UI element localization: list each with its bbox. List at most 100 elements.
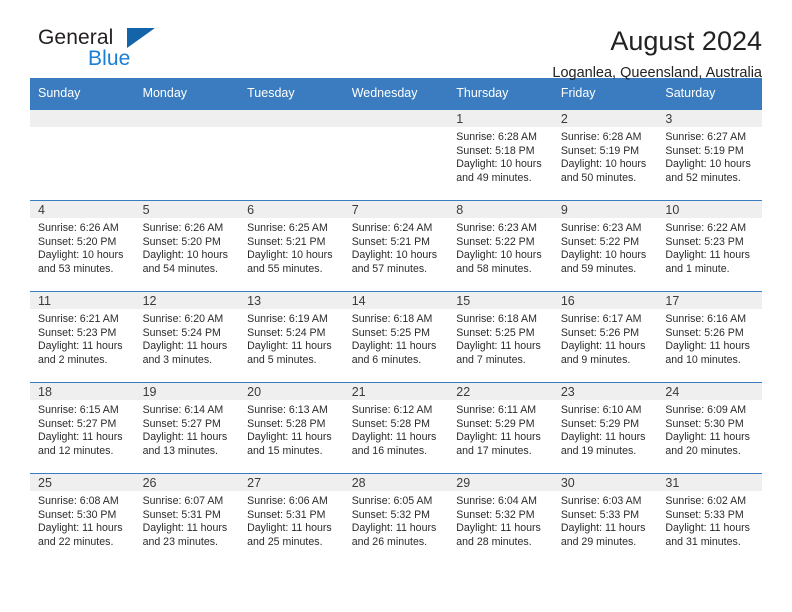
calendar-day-cell[interactable]: 27 Sunrise: 6:06 AM Sunset: 5:31 PM Dayligh… xyxy=(239,473,344,564)
sunrise-text: Sunrise: 6:23 AM xyxy=(560,222,642,234)
daylight-text-cont: and 7 minutes. xyxy=(456,353,526,366)
calendar-day-cell[interactable]: 16 Sunrise: 6:17 AM Sunset: 5:26 PM Dayligh… xyxy=(552,291,658,383)
day-number xyxy=(239,110,344,127)
calendar-day-cell[interactable]: 5 Sunrise: 6:26 AM Sunset: 5:20 PM Daylight… xyxy=(134,200,240,292)
calendar-day-cell[interactable]: 21 Sunrise: 6:12 AM Sunset: 5:28 PM Dayligh… xyxy=(343,382,449,474)
day-number: 15 xyxy=(448,292,553,309)
sunset-text: Sunset: 5:26 PM xyxy=(665,326,744,339)
daylight-text: Daylight: 11 hours xyxy=(38,522,123,535)
day-number xyxy=(343,110,449,127)
calendar-day-cell[interactable]: 15 Sunrise: 6:18 AM Sunset: 5:25 PM Dayligh… xyxy=(448,291,553,383)
sunset-text: Sunset: 5:30 PM xyxy=(665,417,744,430)
calendar-day-cell[interactable]: 30 Sunrise: 6:03 AM Sunset: 5:33 PM Dayligh… xyxy=(552,473,658,564)
calendar-day-cell[interactable]: 29 Sunrise: 6:04 AM Sunset: 5:32 PM Dayligh… xyxy=(448,473,553,564)
calendar-day-cell[interactable]: 12 Sunrise: 6:20 AM Sunset: 5:24 PM Dayligh… xyxy=(134,291,240,383)
daylight-text-cont: and 12 minutes. xyxy=(38,444,114,457)
daylight-text: Daylight: 11 hours xyxy=(142,431,228,444)
calendar-day-cell[interactable]: 18 Sunrise: 6:15 AM Sunset: 5:27 PM Dayligh… xyxy=(30,382,135,474)
calendar-day-cell[interactable]: 28 Sunrise: 6:05 AM Sunset: 5:32 PM Dayligh… xyxy=(343,473,449,564)
sunset-text: Sunset: 5:20 PM xyxy=(142,235,221,248)
calendar-body: 1 Sunrise: 6:28 AM Sunset: 5:18 PM Daylight… xyxy=(30,109,762,564)
sunrise-text: Sunrise: 6:26 AM xyxy=(38,222,119,234)
sunset-text: Sunset: 5:19 PM xyxy=(665,144,744,157)
daylight-text-cont: and 15 minutes. xyxy=(247,444,323,457)
sunrise-text: Sunrise: 6:18 AM xyxy=(456,313,537,325)
daylight-text: Daylight: 11 hours xyxy=(351,431,437,444)
daylight-text: Daylight: 11 hours xyxy=(665,431,750,444)
logo-text-general: General xyxy=(38,26,114,49)
daylight-text-cont: and 31 minutes. xyxy=(665,535,741,548)
calendar-day-cell-empty xyxy=(343,109,449,201)
calendar-day-cell[interactable]: 11 Sunrise: 6:21 AM Sunset: 5:23 PM Dayligh… xyxy=(30,291,135,383)
calendar-day-cell[interactable]: 20 Sunrise: 6:13 AM Sunset: 5:28 PM Dayligh… xyxy=(239,382,344,474)
sunrise-text: Sunrise: 6:10 AM xyxy=(560,404,642,416)
logo[interactable]: General Blue xyxy=(30,26,180,82)
daylight-text: Daylight: 10 hours xyxy=(560,249,647,262)
sunrise-text: Sunrise: 6:13 AM xyxy=(247,404,328,416)
daylight-text: Daylight: 11 hours xyxy=(560,522,646,535)
calendar-day-cell[interactable]: 22 Sunrise: 6:11 AM Sunset: 5:29 PM Dayligh… xyxy=(448,382,553,474)
calendar-day-cell[interactable]: 9 Sunrise: 6:23 AM Sunset: 5:22 PM Daylight… xyxy=(552,200,658,292)
calendar-day-cell[interactable]: 31 Sunrise: 6:02 AM Sunset: 5:33 PM Dayligh… xyxy=(657,473,762,564)
sunrise-text: Sunrise: 6:14 AM xyxy=(142,404,224,416)
daylight-text-cont: and 10 minutes. xyxy=(665,353,741,366)
day-number: 10 xyxy=(657,201,762,218)
sunrise-text: Sunrise: 6:06 AM xyxy=(247,495,328,507)
calendar-day-cell[interactable]: 17 Sunrise: 6:16 AM Sunset: 5:26 PM Dayligh… xyxy=(657,291,762,383)
sunrise-text: Sunrise: 6:17 AM xyxy=(560,313,642,325)
sunset-text: Sunset: 5:24 PM xyxy=(142,326,221,339)
day-number: 30 xyxy=(552,474,658,491)
calendar-day-cell[interactable]: 26 Sunrise: 6:07 AM Sunset: 5:31 PM Dayligh… xyxy=(134,473,240,564)
day-details: Sunrise: 6:02 AM Sunset: 5:33 PM Daylight:… xyxy=(657,491,762,549)
day-number: 25 xyxy=(30,474,135,491)
day-number: 22 xyxy=(448,383,553,400)
day-number: 20 xyxy=(239,383,344,400)
daylight-text-cont: and 52 minutes. xyxy=(665,171,741,184)
daylight-text: Daylight: 11 hours xyxy=(247,340,332,353)
day-number: 14 xyxy=(343,292,449,309)
day-number: 8 xyxy=(448,201,553,218)
calendar-day-cell-empty xyxy=(134,109,240,201)
calendar-day-cell[interactable]: 19 Sunrise: 6:14 AM Sunset: 5:27 PM Dayligh… xyxy=(134,382,240,474)
sunrise-text: Sunrise: 6:15 AM xyxy=(38,404,119,416)
day-number: 3 xyxy=(657,110,762,127)
day-details xyxy=(239,127,344,131)
daylight-text-cont: and 50 minutes. xyxy=(560,171,637,184)
daylight-text-cont: and 17 minutes. xyxy=(456,444,532,457)
sunset-text: Sunset: 5:20 PM xyxy=(38,235,117,248)
day-details: Sunrise: 6:07 AM Sunset: 5:31 PM Daylight:… xyxy=(135,491,240,549)
daylight-text-cont: and 6 minutes. xyxy=(351,353,422,366)
calendar-day-cell[interactable]: 25 Sunrise: 6:08 AM Sunset: 5:30 PM Dayligh… xyxy=(30,473,135,564)
daylight-text-cont: and 59 minutes. xyxy=(560,262,637,275)
day-number: 18 xyxy=(30,383,135,400)
calendar-day-cell[interactable]: 24 Sunrise: 6:09 AM Sunset: 5:30 PM Dayligh… xyxy=(657,382,762,474)
sunset-text: Sunset: 5:31 PM xyxy=(247,508,326,521)
daylight-text-cont: and 3 minutes. xyxy=(142,353,213,366)
logo-triangle-icon xyxy=(127,28,155,48)
calendar-day-cell[interactable]: 3 Sunrise: 6:27 AM Sunset: 5:19 PM Daylight… xyxy=(657,109,762,201)
daylight-text: Daylight: 10 hours xyxy=(456,249,542,262)
daylight-text-cont: and 23 minutes. xyxy=(142,535,218,548)
day-details: Sunrise: 6:26 AM Sunset: 5:20 PM Daylight:… xyxy=(30,218,135,276)
sunset-text: Sunset: 5:22 PM xyxy=(560,235,640,248)
day-number xyxy=(30,110,135,127)
calendar-day-cell[interactable]: 6 Sunrise: 6:25 AM Sunset: 5:21 PM Daylight… xyxy=(239,200,344,292)
sunrise-text: Sunrise: 6:25 AM xyxy=(247,222,328,234)
calendar-day-cell[interactable]: 1 Sunrise: 6:28 AM Sunset: 5:18 PM Daylight… xyxy=(448,109,553,201)
calendar-day-cell[interactable]: 13 Sunrise: 6:19 AM Sunset: 5:24 PM Dayligh… xyxy=(239,291,344,383)
day-details: Sunrise: 6:04 AM Sunset: 5:32 PM Daylight:… xyxy=(448,491,553,549)
calendar-day-cell[interactable]: 4 Sunrise: 6:26 AM Sunset: 5:20 PM Daylight… xyxy=(30,200,135,292)
calendar-day-cell[interactable]: 7 Sunrise: 6:24 AM Sunset: 5:21 PM Daylight… xyxy=(343,200,449,292)
sunset-text: Sunset: 5:23 PM xyxy=(665,235,744,248)
calendar-day-cell[interactable]: 23 Sunrise: 6:10 AM Sunset: 5:29 PM Dayligh… xyxy=(552,382,658,474)
day-details: Sunrise: 6:14 AM Sunset: 5:27 PM Daylight:… xyxy=(135,400,240,458)
calendar-day-cell[interactable]: 10 Sunrise: 6:22 AM Sunset: 5:23 PM Dayligh… xyxy=(657,200,762,292)
calendar-day-cell[interactable]: 2 Sunrise: 6:28 AM Sunset: 5:19 PM Daylight… xyxy=(552,109,658,201)
calendar-day-cell[interactable]: 14 Sunrise: 6:18 AM Sunset: 5:25 PM Dayligh… xyxy=(343,291,449,383)
day-details: Sunrise: 6:12 AM Sunset: 5:28 PM Daylight:… xyxy=(344,400,449,458)
sunset-text: Sunset: 5:31 PM xyxy=(142,508,221,521)
calendar-day-cell-empty xyxy=(239,109,344,201)
sunset-text: Sunset: 5:21 PM xyxy=(351,235,431,248)
calendar-day-cell[interactable]: 8 Sunrise: 6:23 AM Sunset: 5:22 PM Daylight… xyxy=(448,200,553,292)
daylight-text-cont: and 13 minutes. xyxy=(142,444,218,457)
